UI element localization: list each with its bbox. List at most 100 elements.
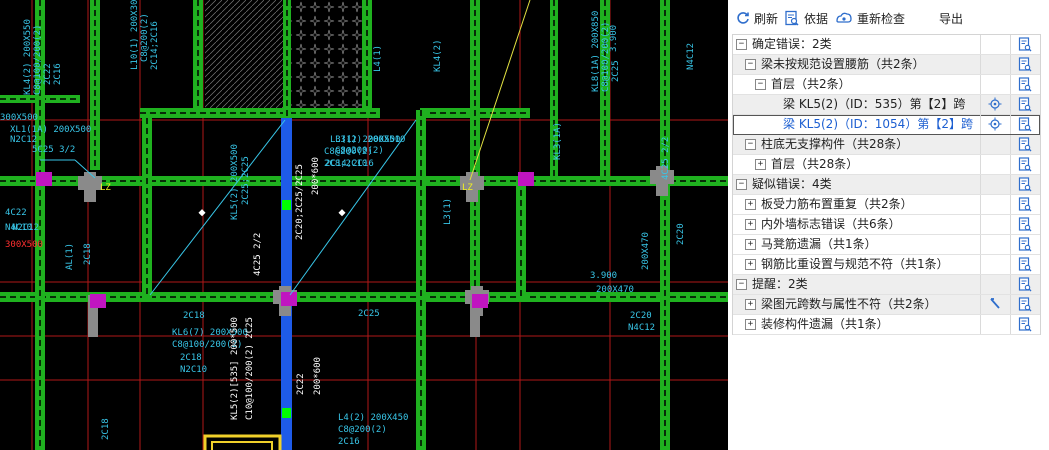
tree-row-main[interactable]: − 提醒：2类 bbox=[733, 275, 981, 294]
tree-row[interactable]: − 疑似错误：4类 bbox=[733, 175, 1040, 195]
eye-cloud-icon bbox=[836, 12, 852, 23]
tree-row-locate-cell bbox=[980, 135, 1011, 154]
column-highlight bbox=[281, 292, 297, 306]
collapse-icon[interactable]: − bbox=[736, 279, 747, 290]
tree-row[interactable]: + 梁图元跨数与属性不符（共2条） bbox=[733, 295, 1040, 315]
tree-row[interactable]: + 内外墙标志错误（共6条） bbox=[733, 215, 1040, 235]
basis-button[interactable]: 依据 bbox=[784, 9, 828, 27]
tree-row[interactable]: − 首层（共2条） bbox=[733, 75, 1040, 95]
tree-row-doc-cell bbox=[1010, 275, 1040, 294]
tree-row-main[interactable]: − 梁未按规范设置腰筋（共2条） bbox=[733, 55, 981, 74]
document-icon[interactable] bbox=[1018, 237, 1032, 252]
pen-tool-icon[interactable] bbox=[988, 297, 1002, 311]
tree-row[interactable]: − 提醒：2类 bbox=[733, 275, 1040, 295]
cad-label: L4(1) bbox=[373, 45, 383, 72]
yellow-frame bbox=[211, 441, 273, 450]
cad-label: C8@100/200(2) bbox=[33, 25, 43, 95]
tree-row[interactable]: + 首层（共28条） bbox=[733, 155, 1040, 175]
expand-icon[interactable]: + bbox=[745, 259, 756, 270]
tree-row-locate-cell bbox=[980, 235, 1011, 254]
document-icon[interactable] bbox=[1018, 77, 1032, 92]
collapse-icon[interactable]: − bbox=[736, 39, 747, 50]
tree-row[interactable]: + 钢筋比重设置与规范不符（共1条） bbox=[733, 255, 1040, 275]
document-icon[interactable] bbox=[1018, 137, 1032, 152]
tree-row-main[interactable]: − 疑似错误：4类 bbox=[733, 175, 981, 194]
cad-label: 300X500 bbox=[5, 240, 43, 250]
tree-row[interactable]: − 柱底无支撑构件（共28条） bbox=[733, 135, 1040, 155]
tree-row-main[interactable]: − 确定错误：2类 bbox=[733, 35, 981, 54]
cad-label: 4C25 2/2 bbox=[661, 137, 671, 180]
expand-icon[interactable]: + bbox=[755, 159, 766, 170]
tree-row-locate-cell bbox=[980, 195, 1011, 214]
tree-row-main[interactable]: − 首层（共2条） bbox=[733, 75, 981, 94]
tree-row-main[interactable]: + 板受力筋布置重复（共2条） bbox=[733, 195, 981, 214]
beam-marker bbox=[282, 200, 291, 210]
expand-icon[interactable]: + bbox=[745, 219, 756, 230]
cad-label: N2C10 bbox=[180, 365, 207, 375]
expand-icon[interactable]: + bbox=[745, 319, 756, 330]
tree-row-main[interactable]: + 装修构件遗漏（共1条） bbox=[733, 315, 981, 334]
document-icon[interactable] bbox=[1018, 197, 1032, 212]
cad-label: N4C12 bbox=[628, 323, 655, 333]
tree-row-doc-cell bbox=[1010, 95, 1040, 114]
tree-row[interactable]: + 装修构件遗漏（共1条） bbox=[733, 315, 1040, 335]
cad-label: 5C25 3/2 bbox=[32, 145, 75, 155]
document-icon[interactable] bbox=[1018, 277, 1032, 292]
expand-icon[interactable]: + bbox=[745, 239, 756, 250]
cad-label: 2C25 bbox=[358, 309, 380, 319]
tree-row[interactable]: − 梁未按规范设置腰筋（共2条） bbox=[733, 55, 1040, 75]
document-icon[interactable] bbox=[1018, 297, 1032, 312]
cad-label: LZ bbox=[100, 183, 111, 193]
tree-row-main[interactable]: + 马凳筋遗漏（共1条） bbox=[733, 235, 981, 254]
tree-row-main[interactable]: + 钢筋比重设置与规范不符（共1条） bbox=[733, 255, 981, 274]
tree-row-doc-cell bbox=[1010, 295, 1040, 314]
tree-row-locate-cell bbox=[980, 115, 1011, 134]
tree-row[interactable]: + 马凳筋遗漏（共1条） bbox=[733, 235, 1040, 255]
document-icon[interactable] bbox=[1018, 117, 1032, 132]
collapse-icon[interactable]: − bbox=[755, 79, 766, 90]
recheck-button[interactable]: 重新检查 bbox=[835, 9, 905, 27]
document-icon[interactable] bbox=[1018, 37, 1032, 52]
locate-icon[interactable] bbox=[988, 97, 1002, 111]
refresh-icon bbox=[737, 12, 749, 24]
tree-row-locate-cell bbox=[980, 35, 1011, 54]
document-icon[interactable] bbox=[1018, 57, 1032, 72]
tree-row-main[interactable]: − 柱底无支撑构件（共28条） bbox=[733, 135, 981, 154]
locate-icon[interactable] bbox=[988, 117, 1002, 131]
tree-row-main[interactable]: + 梁图元跨数与属性不符（共2条） bbox=[733, 295, 981, 314]
column-highlight bbox=[36, 172, 52, 186]
tree-row[interactable]: + 板受力筋布置重复（共2条） bbox=[733, 195, 1040, 215]
document-icon[interactable] bbox=[1018, 217, 1032, 232]
tree-row[interactable]: 梁 KL5(2)（ID：535）第【2】跨 bbox=[733, 95, 1040, 115]
document-icon[interactable] bbox=[1018, 177, 1032, 192]
tree-row-main[interactable]: + 内外墙标志错误（共6条） bbox=[733, 215, 981, 234]
cad-canvas[interactable]: KL4(2) 200X550 C8@100/200(2) 2C22 2C16 L10(1… bbox=[0, 0, 728, 450]
beam-marker bbox=[282, 408, 291, 418]
expand-icon[interactable]: + bbox=[745, 199, 756, 210]
tree-row[interactable]: − 确定错误：2类 bbox=[733, 35, 1040, 55]
refresh-button[interactable]: 刷新 bbox=[736, 9, 778, 27]
refresh-label: 刷新 bbox=[754, 11, 779, 26]
cad-label: 2C20;2C25/2C25 bbox=[295, 164, 305, 240]
tree-row-label: 梁未按规范设置腰筋（共2条） bbox=[761, 57, 925, 71]
document-icon[interactable] bbox=[1018, 97, 1032, 112]
cad-drawing[interactable]: KL4(2) 200X550 C8@100/200(2) 2C22 2C16L10(1… bbox=[0, 0, 728, 450]
tree-row-main[interactable]: + 首层（共28条） bbox=[733, 155, 981, 174]
export-button[interactable]: 导出 bbox=[939, 9, 963, 27]
tree-row-label: 梁图元跨数与属性不符（共2条） bbox=[761, 297, 937, 311]
document-icon[interactable] bbox=[1018, 317, 1032, 332]
expand-icon[interactable]: + bbox=[745, 299, 756, 310]
collapse-icon[interactable]: − bbox=[745, 139, 756, 150]
document-icon[interactable] bbox=[1018, 257, 1032, 272]
collapse-icon[interactable]: − bbox=[736, 179, 747, 190]
cad-label: 200*600 bbox=[313, 357, 323, 395]
cad-label: L3(2) 200X510 bbox=[335, 135, 405, 145]
cad-label: 4C22 bbox=[5, 208, 27, 218]
collapse-icon[interactable]: − bbox=[745, 59, 756, 70]
tree-row-main[interactable]: 梁 KL5(2)（ID：1054）第【2】跨 bbox=[733, 115, 981, 134]
document-icon[interactable] bbox=[1018, 157, 1032, 172]
cad-label: C10@100/200(2) 2C25 bbox=[245, 317, 255, 420]
tree-row-main[interactable]: 梁 KL5(2)（ID：535）第【2】跨 bbox=[733, 95, 981, 114]
tree-row-doc-cell bbox=[1010, 235, 1040, 254]
tree-row[interactable]: 梁 KL5(2)（ID：1054）第【2】跨 bbox=[733, 115, 1040, 135]
